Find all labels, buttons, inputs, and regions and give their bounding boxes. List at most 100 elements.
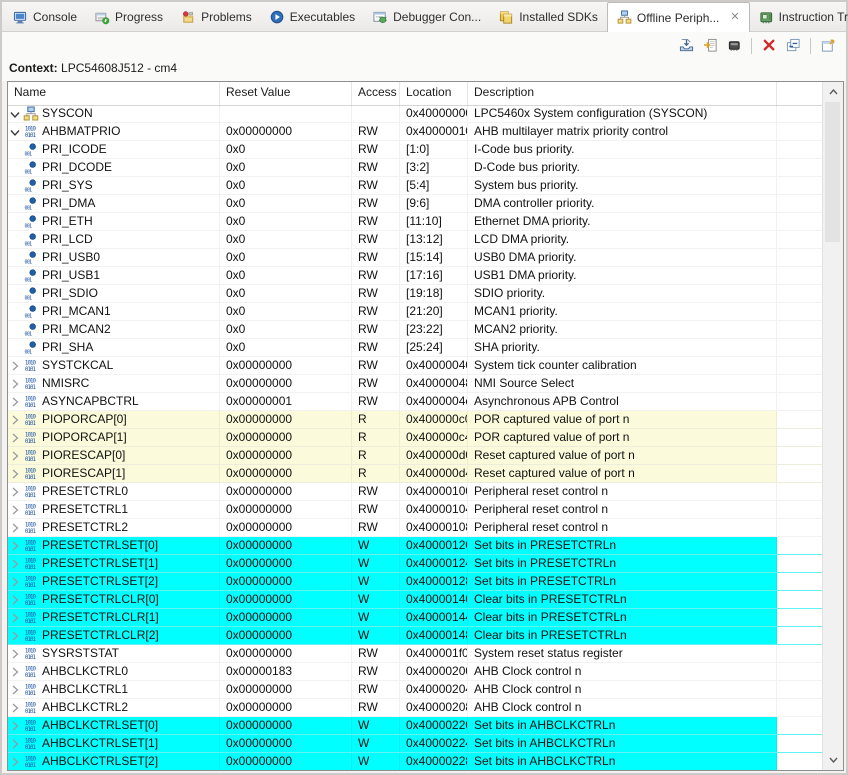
table-row[interactable]: 001PRI_MCAN20x0RW[23:22]MCAN2 priority.: [8, 321, 823, 339]
tab-executables[interactable]: Executables: [261, 3, 364, 31]
svg-text:0101: 0101: [24, 385, 36, 391]
expand-chevron-icon[interactable]: [8, 555, 22, 572]
expand-chevron-icon[interactable]: [8, 483, 22, 500]
name-cell: 001PRI_USB0: [8, 249, 220, 266]
description-cell: Set bits in AHBCLKCTRLn: [468, 717, 777, 734]
table-row[interactable]: 001PRI_SDIO0x0RW[19:18]SDIO priority.: [8, 285, 823, 303]
column-header-reset-value[interactable]: Reset Value: [220, 82, 352, 105]
table-row[interactable]: 10100101PRESETCTRL10x00000000RW0x4000010…: [8, 501, 823, 519]
table-row[interactable]: 001PRI_MCAN10x0RW[21:20]MCAN1 priority.: [8, 303, 823, 321]
table-row[interactable]: 001PRI_DMA0x0RW[9:6]DMA controller prior…: [8, 195, 823, 213]
tab-instruction-tr[interactable]: Instruction Tr...: [750, 3, 848, 31]
table-row[interactable]: 001PRI_LCD0x0RW[13:12]LCD DMA priority.: [8, 231, 823, 249]
export-icon[interactable]: [699, 36, 721, 56]
column-header-name[interactable]: Name: [8, 82, 220, 105]
expand-chevron-icon[interactable]: [8, 681, 22, 698]
table-row[interactable]: 10100101PRESETCTRLSET[0]0x00000000W0x400…: [8, 537, 823, 555]
expand-chevron-icon[interactable]: [8, 609, 22, 626]
collapse-all-icon[interactable]: [782, 36, 804, 56]
expand-chevron-icon[interactable]: [8, 699, 22, 716]
expand-chevron-icon[interactable]: [8, 519, 22, 536]
tab-debugger-con[interactable]: Debugger Con...: [364, 3, 490, 31]
table-row[interactable]: 10100101PRESETCTRLCLR[1]0x00000000W0x400…: [8, 609, 823, 627]
expand-chevron-icon[interactable]: [8, 573, 22, 590]
expand-chevron-icon[interactable]: [8, 375, 22, 392]
table-row[interactable]: 10100101PIOPORCAP[1]0x00000000R0x400000c…: [8, 429, 823, 447]
expand-chevron-icon[interactable]: [8, 501, 22, 518]
table-row[interactable]: 001PRI_ETH0x0RW[11:10]Ethernet DMA prior…: [8, 213, 823, 231]
table-row[interactable]: 10100101AHBCLKCTRLSET[0]0x00000000W0x400…: [8, 717, 823, 735]
table-row[interactable]: SYSCON0x40000000LPC5460x System configur…: [8, 105, 823, 123]
scroll-up-arrow-icon[interactable]: [823, 83, 843, 101]
expand-chevron-icon[interactable]: [8, 663, 22, 680]
table-row[interactable]: 10100101PRESETCTRL00x00000000RW0x4000010…: [8, 483, 823, 501]
expand-chevron-icon[interactable]: [8, 645, 22, 662]
new-window-icon[interactable]: [817, 36, 839, 56]
table-row[interactable]: 10100101NMISRC0x00000000RW0x40000048NMI …: [8, 375, 823, 393]
name-cell: 001PRI_USB1: [8, 267, 220, 284]
table-row[interactable]: 10100101AHBCLKCTRL10x00000000RW0x4000020…: [8, 681, 823, 699]
table-row[interactable]: 001PRI_USB10x0RW[17:16]USB1 DMA priority…: [8, 267, 823, 285]
reset-value-cell: 0x0: [220, 159, 352, 176]
table-row[interactable]: 10100101AHBCLKCTRL20x00000000RW0x4000020…: [8, 699, 823, 717]
expand-chevron-icon[interactable]: [8, 357, 22, 374]
table-row[interactable]: 10100101PRESETCTRLSET[1]0x00000000W0x400…: [8, 555, 823, 573]
register-name: PRI_SHA: [42, 339, 93, 356]
table-row[interactable]: 10100101PIORESCAP[1]0x00000000R0x400000d…: [8, 465, 823, 483]
table-row[interactable]: 10100101PIORESCAP[0]0x00000000R0x400000d…: [8, 447, 823, 465]
collapse-chevron-icon[interactable]: [8, 105, 22, 122]
import-icon[interactable]: [675, 36, 697, 56]
table-row[interactable]: 10100101SYSRSTSTAT0x00000000RW0x400001f0…: [8, 645, 823, 663]
expand-chevron-icon[interactable]: [8, 735, 22, 752]
expand-chevron-icon[interactable]: [8, 591, 22, 608]
expand-chevron-icon[interactable]: [8, 717, 22, 734]
table-row[interactable]: 10100101AHBCLKCTRLSET[2]0x00000000W0x400…: [8, 753, 823, 770]
expand-chevron-icon[interactable]: [8, 429, 22, 446]
svg-text:001: 001: [24, 152, 32, 157]
table-row[interactable]: 001PRI_SYS0x0RW[5:4]System bus priority.: [8, 177, 823, 195]
table-row[interactable]: 10100101ASYNCAPBCTRL0x00000001RW0x400000…: [8, 393, 823, 411]
tab-progress[interactable]: Progress: [86, 3, 172, 31]
expand-chevron-icon[interactable]: [8, 393, 22, 410]
scrollbar-thumb[interactable]: [825, 102, 840, 242]
tab-problems[interactable]: Problems: [172, 3, 261, 31]
expand-chevron-icon[interactable]: [8, 465, 22, 482]
table-row[interactable]: 10100101AHBCLKCTRLSET[1]0x00000000W0x400…: [8, 735, 823, 753]
table-row[interactable]: 10100101AHBMATPRIO0x00000000RW0x40000010…: [8, 123, 823, 141]
table-row[interactable]: 10100101PRESETCTRLCLR[0]0x00000000W0x400…: [8, 591, 823, 609]
table-row[interactable]: 001PRI_DCODE0x0RW[3:2]D-Code bus priorit…: [8, 159, 823, 177]
vertical-scrollbar[interactable]: [822, 82, 843, 770]
table-row[interactable]: 001PRI_USB00x0RW[15:14]USB0 DMA priority…: [8, 249, 823, 267]
expand-chevron-icon[interactable]: [8, 537, 22, 554]
table-row[interactable]: 001PRI_ICODE0x0RW[1:0]I-Code bus priorit…: [8, 141, 823, 159]
delete-icon[interactable]: [758, 36, 780, 56]
column-header-access[interactable]: Access: [352, 82, 400, 105]
expand-chevron-icon[interactable]: [8, 753, 22, 770]
filler-cell: [777, 303, 823, 320]
tab-console[interactable]: Console: [4, 3, 86, 31]
expand-chevron-icon[interactable]: [8, 411, 22, 428]
memory-chip-icon[interactable]: [723, 36, 745, 56]
filler-cell: [777, 375, 823, 392]
tab-installed-sdks[interactable]: Installed SDKs: [490, 3, 607, 31]
table-row[interactable]: 10100101SYSTCKCAL0x00000000RW0x40000040S…: [8, 357, 823, 375]
description-cell: Set bits in AHBCLKCTRLn: [468, 735, 777, 752]
expand-chevron-icon[interactable]: [8, 627, 22, 644]
tab-offline-periph[interactable]: Offline Periph...✕: [607, 2, 750, 32]
name-cell: 10100101PIORESCAP[0]: [8, 447, 220, 464]
table-row[interactable]: 001PRI_SHA0x0RW[25:24]SHA priority.: [8, 339, 823, 357]
collapse-chevron-icon[interactable]: [8, 123, 22, 140]
svg-text:0101: 0101: [24, 637, 36, 643]
column-header-location[interactable]: Location: [400, 82, 468, 105]
tab-close-icon[interactable]: ✕: [730, 12, 739, 23]
table-row[interactable]: 10100101PRESETCTRLSET[2]0x00000000W0x400…: [8, 573, 823, 591]
table-row[interactable]: 10100101PRESETCTRLCLR[2]0x00000000W0x400…: [8, 627, 823, 645]
table-row[interactable]: 10100101AHBCLKCTRL00x00000183RW0x4000020…: [8, 663, 823, 681]
table-row[interactable]: 10100101PIOPORCAP[0]0x00000000R0x400000c…: [8, 411, 823, 429]
scroll-down-arrow-icon[interactable]: [823, 751, 843, 769]
column-header-description[interactable]: Description: [468, 82, 777, 105]
table-row[interactable]: 10100101PRESETCTRL20x00000000RW0x4000010…: [8, 519, 823, 537]
register-icon: 10100101: [22, 664, 39, 680]
description-cell: AHB Clock control n: [468, 681, 777, 698]
expand-chevron-icon[interactable]: [8, 447, 22, 464]
